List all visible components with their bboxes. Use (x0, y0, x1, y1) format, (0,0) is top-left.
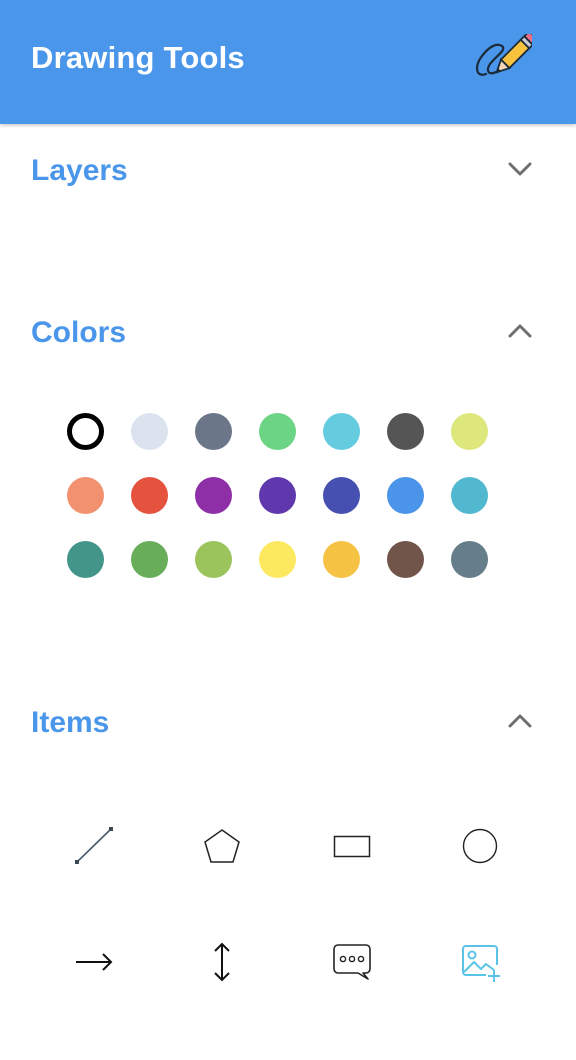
color-swatch[interactable] (451, 477, 488, 514)
color-swatch[interactable] (259, 541, 296, 578)
add-image-icon (462, 945, 500, 982)
comment-tool[interactable] (322, 932, 382, 992)
header-title: Drawing Tools (31, 40, 245, 75)
color-swatch[interactable] (131, 413, 168, 450)
color-swatch[interactable] (387, 413, 424, 450)
line-tool[interactable] (64, 816, 124, 876)
circle-icon (462, 828, 498, 864)
color-swatch-selected[interactable] (67, 413, 104, 450)
chevron-down-icon[interactable] (504, 156, 536, 182)
rectangle-tool[interactable] (322, 816, 382, 876)
chevron-up-icon[interactable] (504, 318, 536, 344)
color-swatch[interactable] (323, 477, 360, 514)
circle-tool[interactable] (450, 816, 510, 876)
pencil-scribble-icon[interactable] (472, 31, 538, 86)
color-swatch[interactable] (451, 541, 488, 578)
color-swatch[interactable] (67, 541, 104, 578)
chevron-up-icon[interactable] (504, 708, 536, 734)
arrow-tool[interactable] (64, 932, 124, 992)
line-icon (75, 827, 113, 864)
color-swatch[interactable] (131, 541, 168, 578)
color-swatch[interactable] (259, 413, 296, 450)
pentagon-icon (204, 829, 240, 863)
color-swatch[interactable] (67, 477, 104, 514)
app-header: Drawing Tools (0, 0, 576, 124)
arrow-up-down-icon (214, 942, 230, 982)
color-swatch[interactable] (387, 541, 424, 578)
layers-section-header[interactable]: Layers (0, 140, 576, 200)
arrow-right-icon (76, 953, 113, 971)
rectangle-icon (333, 835, 371, 858)
image-tool[interactable] (450, 932, 510, 992)
color-swatch[interactable] (387, 477, 424, 514)
color-swatch[interactable] (323, 541, 360, 578)
color-swatch[interactable] (195, 541, 232, 578)
color-swatch[interactable] (451, 413, 488, 450)
items-section-header[interactable]: Items (0, 692, 576, 752)
layers-title: Layers (31, 154, 128, 187)
color-swatch[interactable] (131, 477, 168, 514)
speech-bubble-icon (333, 944, 371, 980)
colors-title: Colors (31, 316, 127, 349)
color-swatch[interactable] (259, 477, 296, 514)
color-swatch[interactable] (195, 413, 232, 450)
colors-section-header[interactable]: Colors (0, 302, 576, 362)
color-swatch[interactable] (323, 413, 360, 450)
items-title: Items (31, 706, 110, 739)
polygon-tool[interactable] (192, 816, 252, 876)
vertical-arrow-tool[interactable] (192, 932, 252, 992)
color-swatch[interactable] (195, 477, 232, 514)
